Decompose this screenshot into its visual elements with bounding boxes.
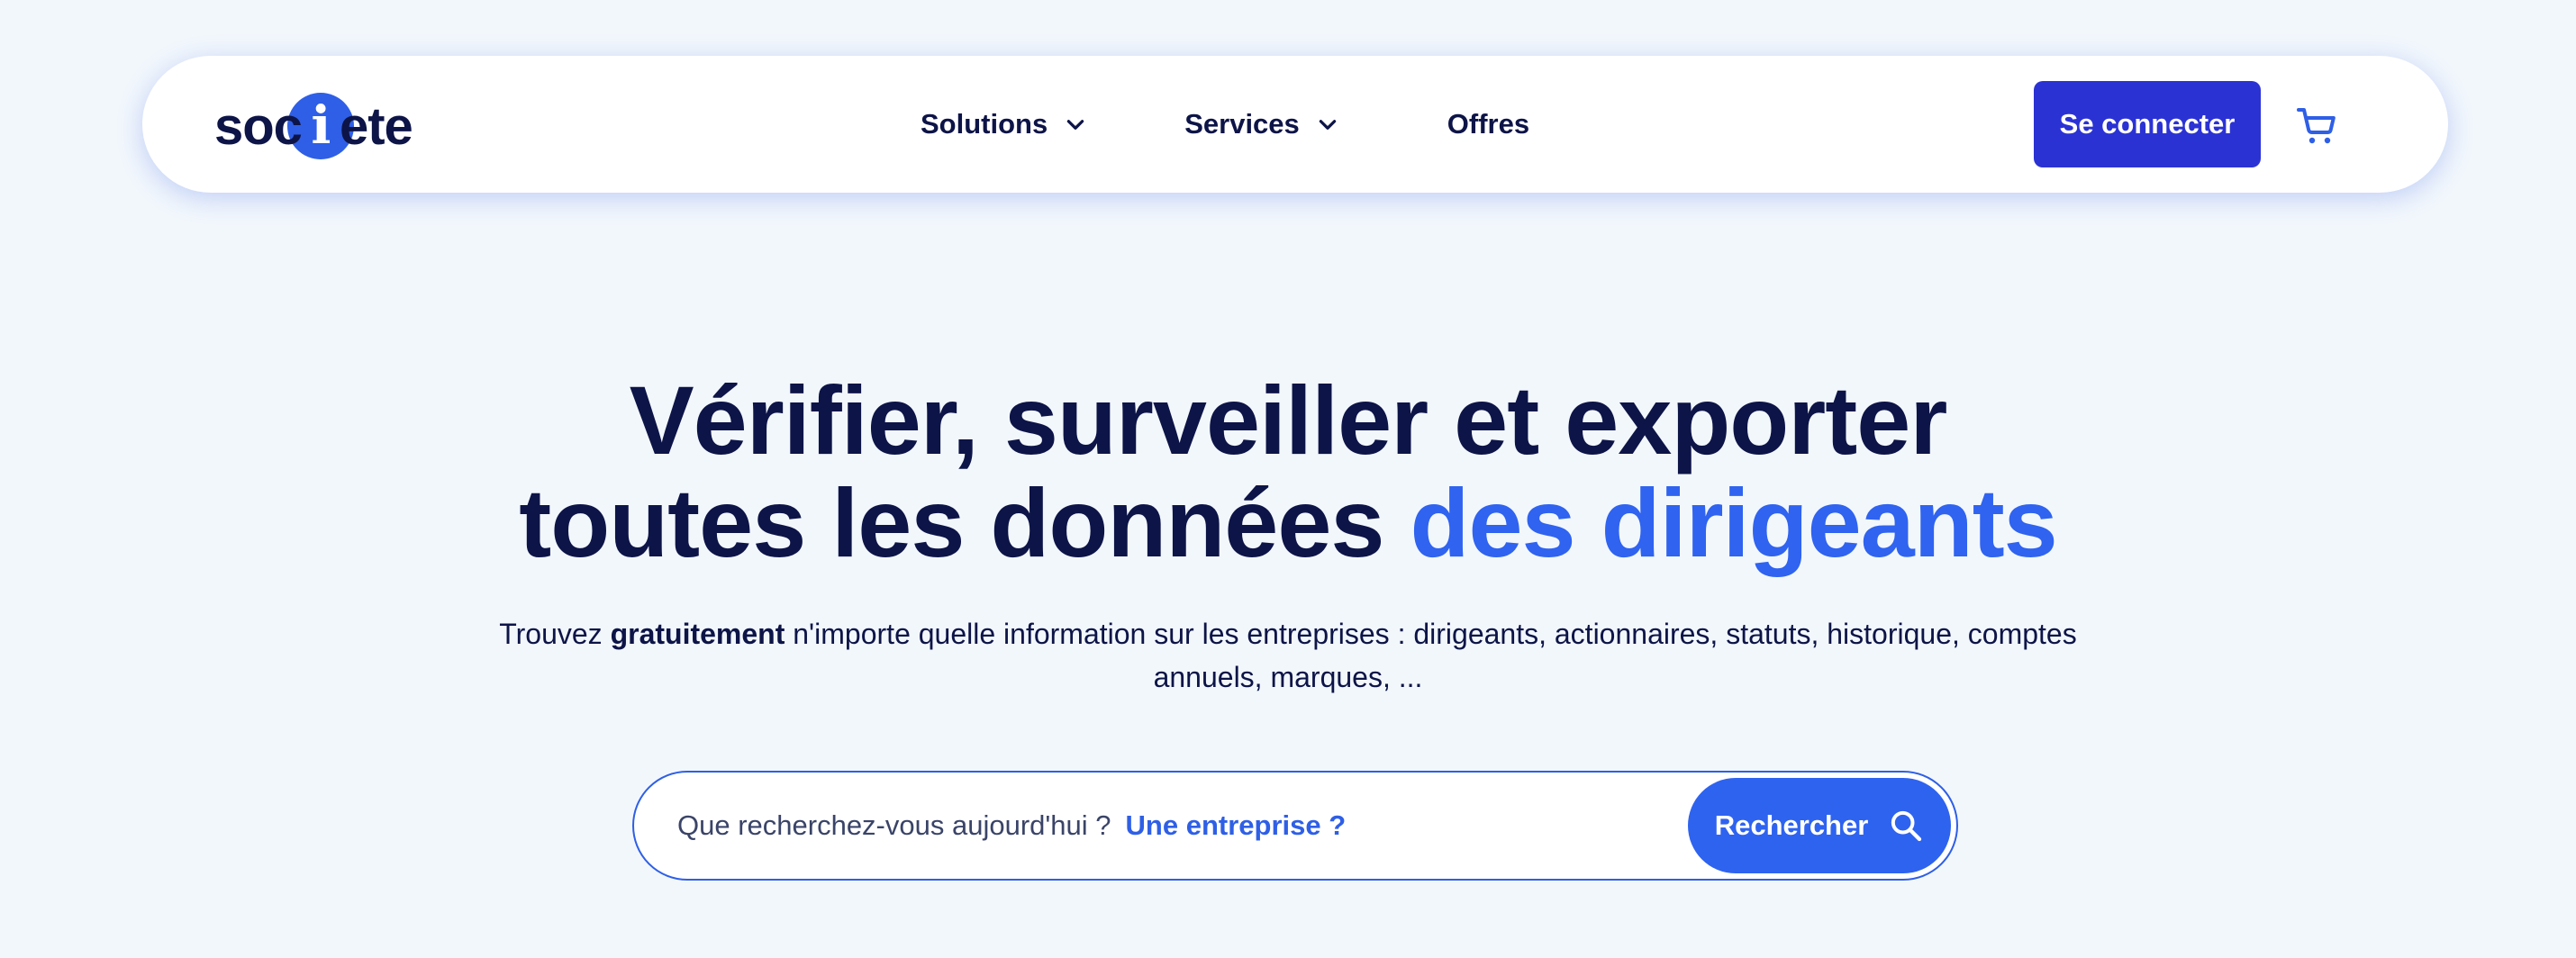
societe-logo[interactable]: soc i ete [214, 92, 413, 160]
nav-item-services[interactable]: Services [1184, 108, 1339, 140]
hero-title-accent: des dirigeants [1410, 468, 2058, 577]
hero-title-line2: toutes les données [519, 468, 1410, 577]
search-button-label: Rechercher [1714, 809, 1869, 841]
chevron-down-icon [1067, 120, 1084, 130]
hero-subtitle-start: Trouvez [499, 618, 611, 650]
hero-subtitle: Trouvez gratuitement n'importe quelle in… [477, 612, 2099, 699]
hero-subtitle-bold: gratuitement [610, 618, 785, 650]
main-nav: Solutions Services Offres [921, 56, 1529, 193]
nav-item-services-label: Services [1184, 108, 1300, 140]
search-input[interactable]: Que recherchez-vous aujourd'hui ? Une en… [677, 773, 1346, 879]
logo-text-end: ete [339, 96, 413, 156]
chevron-down-icon [1319, 120, 1336, 130]
hero-title: Vérifier, surveiller et exporter toutes … [0, 369, 2576, 574]
search-placeholder: Que recherchez-vous aujourd'hui ? [677, 809, 1111, 841]
navbar: soc i ete Solutions Services Offres Se c… [142, 56, 2448, 193]
nav-item-solutions[interactable]: Solutions [921, 108, 1087, 140]
cart-icon[interactable] [2295, 104, 2338, 148]
hero-subtitle-end: n'importe quelle information sur les ent… [785, 618, 2077, 693]
logo-text-start: soc [214, 96, 303, 156]
search-icon [1891, 810, 1922, 842]
nav-item-offres[interactable]: Offres [1447, 108, 1529, 140]
nav-item-solutions-label: Solutions [921, 108, 1048, 140]
search-hint: Une entreprise ? [1125, 809, 1347, 841]
nav-item-offres-label: Offres [1447, 108, 1530, 140]
search-button[interactable]: Rechercher [1688, 778, 1951, 873]
search-bar: Que recherchez-vous aujourd'hui ? Une en… [632, 771, 1958, 881]
login-button[interactable]: Se connecter [2034, 81, 2261, 167]
page: soc i ete Solutions Services Offres Se c… [0, 0, 2576, 958]
logo-letter-i: i [311, 95, 331, 156]
hero-title-line1: Vérifier, surveiller et exporter [629, 366, 1948, 474]
